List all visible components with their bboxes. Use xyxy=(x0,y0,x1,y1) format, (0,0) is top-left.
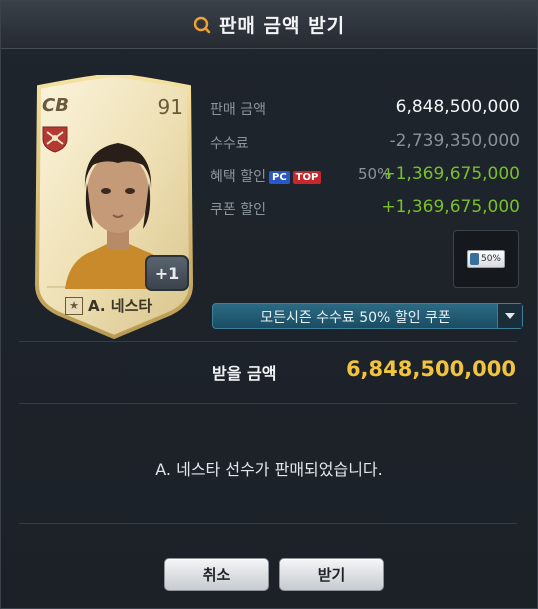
benefit-discount-row: 혜택 할인 PC TOP 50% +1,369,675,000 xyxy=(210,164,520,188)
coupon-value: +1,369,675,000 xyxy=(381,197,520,217)
sell-receive-dialog: 판매 금액 받기 CB 91 +1 ★ A. 네스타 판매 금액 6,848,5… xyxy=(0,0,538,609)
coupon-discount-row: 쿠폰 할인 +1,369,675,000 xyxy=(210,197,520,221)
sale-amount-value: 6,848,500,000 xyxy=(395,97,520,117)
benefit-label-group: 혜택 할인 PC TOP xyxy=(210,166,322,186)
fee-value: -2,739,350,000 xyxy=(389,131,520,151)
sale-amount-label: 판매 금액 xyxy=(210,102,266,118)
coupon-label: 쿠폰 할인 xyxy=(210,202,266,218)
search-icon xyxy=(193,16,211,33)
divider xyxy=(19,403,517,404)
player-name: A. 네스타 xyxy=(88,297,153,315)
player-card: CB 91 +1 ★ A. 네스타 xyxy=(31,75,197,339)
enhance-level-badge: +1 xyxy=(145,255,189,291)
star-icon: ★ xyxy=(65,296,83,315)
fee-row: 수수료 -2,739,350,000 xyxy=(210,131,520,155)
player-position: CB xyxy=(42,95,69,116)
pc-badge: PC xyxy=(268,170,290,184)
coupon-dropdown-value: 모든시즌 수수료 50% 할인 쿠폰 xyxy=(260,310,451,326)
coupon-ticket-icon: 50% xyxy=(467,250,505,268)
player-name-row: ★ A. 네스타 xyxy=(65,295,152,316)
top-badge: TOP xyxy=(292,170,322,184)
dialog-title: 판매 금액 받기 xyxy=(218,15,346,37)
dialog-header: 판매 금액 받기 xyxy=(1,1,537,49)
cancel-button[interactable]: 취소 xyxy=(164,558,269,591)
coupon-thumbnail[interactable]: 50% xyxy=(453,230,519,288)
receive-button[interactable]: 받기 xyxy=(279,558,384,591)
divider xyxy=(19,523,517,524)
sale-amount-row: 판매 금액 6,848,500,000 xyxy=(210,97,520,121)
fee-label: 수수료 xyxy=(210,136,249,152)
coupon-dropdown[interactable]: 모든시즌 수수료 50% 할인 쿠폰 xyxy=(212,303,523,329)
chevron-down-icon xyxy=(505,313,515,319)
sale-complete-message: A. 네스타 선수가 판매되었습니다. xyxy=(155,460,383,479)
coupon-thumb-text: 50% xyxy=(480,254,501,264)
receive-amount-label: 받을 금액 xyxy=(212,364,277,383)
coupon-dropdown-toggle[interactable] xyxy=(497,304,522,328)
player-overall: 91 xyxy=(157,95,183,119)
divider xyxy=(19,341,517,342)
receive-amount-value: 6,848,500,000 xyxy=(345,357,516,381)
benefit-label: 혜택 할인 xyxy=(210,169,266,185)
benefit-value: +1,369,675,000 xyxy=(381,164,520,184)
